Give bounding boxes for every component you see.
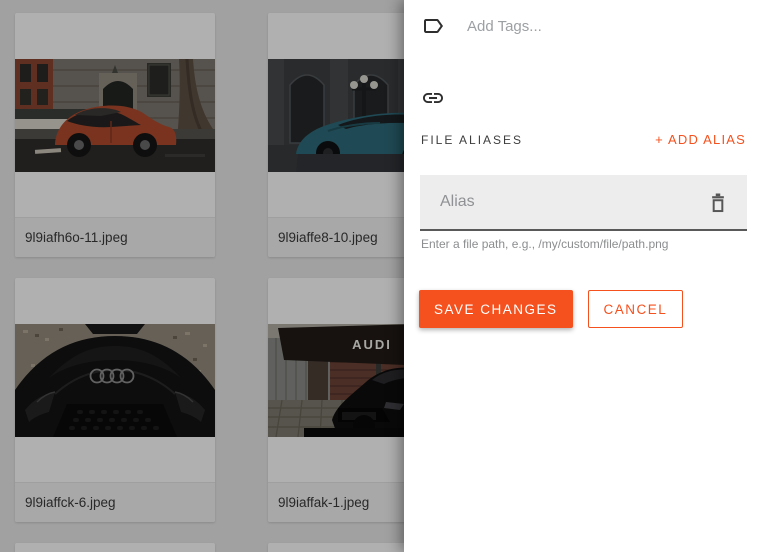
file-aliases-header: FILE ALIASES + ADD ALIAS xyxy=(421,132,746,147)
file-edit-panel: FILE ALIASES + ADD ALIAS Enter a file pa… xyxy=(404,0,763,552)
alias-field xyxy=(420,175,747,231)
tag-icon xyxy=(424,19,443,33)
add-tags-input[interactable] xyxy=(467,17,746,35)
trash-icon xyxy=(712,193,724,212)
tags-field xyxy=(421,14,746,38)
link-input[interactable] xyxy=(467,89,746,107)
link-field xyxy=(421,86,746,110)
delete-alias-button[interactable] xyxy=(709,192,727,213)
file-aliases-heading: FILE ALIASES xyxy=(421,133,524,147)
save-changes-button[interactable]: SAVE CHANGES xyxy=(419,290,573,328)
alias-input[interactable] xyxy=(440,193,709,211)
alias-helper-text: Enter a file path, e.g., /my/custom/file… xyxy=(421,237,669,251)
cancel-button[interactable]: CANCEL xyxy=(587,290,684,328)
link-icon xyxy=(423,93,443,103)
panel-actions: SAVE CHANGES CANCEL xyxy=(419,290,684,328)
add-alias-button[interactable]: + ADD ALIAS xyxy=(655,132,746,147)
